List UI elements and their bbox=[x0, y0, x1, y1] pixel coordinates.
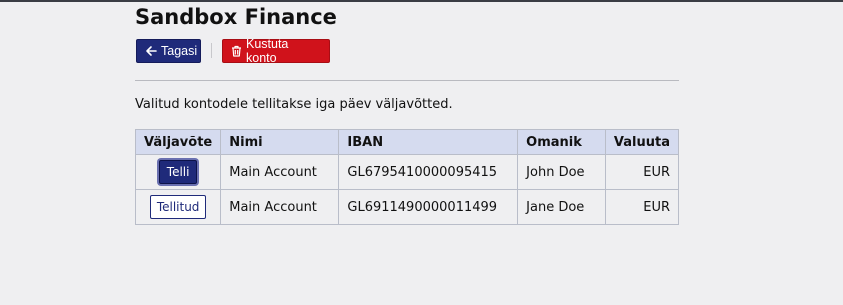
owner-cell: John Doe bbox=[517, 154, 606, 190]
statement-cell: Telli bbox=[134, 154, 222, 190]
trash-icon bbox=[231, 45, 242, 57]
arrow-left-icon bbox=[145, 45, 157, 57]
ordered-statement-button[interactable]: Tellitud bbox=[150, 195, 207, 219]
account-name-cell: Main Account bbox=[220, 154, 340, 190]
column-header-currency: Valuuta bbox=[604, 129, 680, 155]
owner-cell: Jane Doe bbox=[517, 189, 606, 225]
order-statement-button[interactable]: Telli bbox=[159, 160, 198, 184]
divider bbox=[135, 80, 679, 81]
info-text: Valitud kontodele tellitakse iga päev vä… bbox=[135, 97, 453, 112]
table-row: Tellitud Main Account GL6911490000011499… bbox=[134, 189, 680, 225]
table-row: Telli Main Account GL6795410000095415 Jo… bbox=[134, 154, 680, 190]
account-name-cell: Main Account bbox=[220, 189, 340, 225]
column-header-owner: Omanik bbox=[517, 129, 606, 155]
back-button-label: Tagasi bbox=[161, 44, 198, 58]
accounts-table: Väljavõte Nimi IBAN Omanik Valuuta Telli… bbox=[134, 129, 680, 225]
column-header-statement: Väljavõte bbox=[134, 129, 222, 155]
toolbar-divider bbox=[211, 43, 212, 58]
column-header-name: Nimi bbox=[220, 129, 340, 155]
delete-account-button[interactable]: Kustuta konto bbox=[222, 37, 330, 65]
delete-button-label: Kustuta konto bbox=[246, 37, 289, 65]
back-button[interactable]: Tagasi bbox=[136, 39, 201, 63]
top-border bbox=[0, 0, 843, 2]
currency-cell: EUR bbox=[604, 189, 680, 225]
page-title: Sandbox Finance bbox=[135, 5, 337, 29]
column-header-iban: IBAN bbox=[338, 129, 519, 155]
statement-cell: Tellitud bbox=[134, 189, 222, 225]
iban-cell: GL6795410000095415 bbox=[338, 154, 519, 190]
iban-cell: GL6911490000011499 bbox=[338, 189, 519, 225]
currency-cell: EUR bbox=[604, 154, 680, 190]
table-header-row: Väljavõte Nimi IBAN Omanik Valuuta bbox=[134, 129, 680, 155]
